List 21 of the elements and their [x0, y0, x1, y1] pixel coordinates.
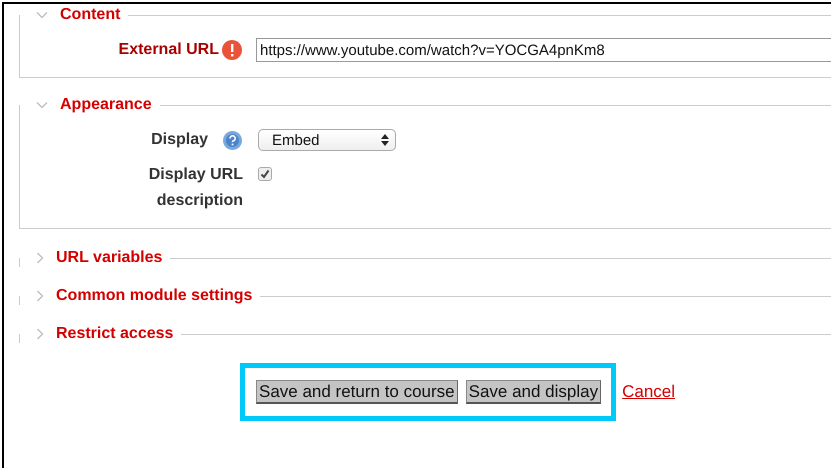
url-field[interactable]: https://www.youtube.com/watch?v=YOCGA4pnKm8: [256, 38, 831, 62]
section-heading[interactable]: Appearance: [60, 96, 152, 114]
section-heading[interactable]: Restrict access: [56, 325, 174, 343]
field-label: External URL: [118, 40, 219, 60]
save-button[interactable]: Save and display: [466, 380, 602, 404]
checkbox[interactable]: [258, 167, 272, 181]
section-heading[interactable]: Content: [60, 6, 120, 24]
cancel-link[interactable]: Cancel: [622, 382, 676, 402]
section-heading[interactable]: Common module settings: [56, 287, 252, 305]
chevron-down-icon[interactable]: [36, 11, 48, 19]
chevron-right-icon[interactable]: [36, 328, 44, 340]
field-label: Display: [151, 130, 208, 150]
chevron-right-icon[interactable]: [36, 252, 44, 264]
chevron-down-icon[interactable]: [36, 101, 48, 109]
field-label: Display URL description: [148, 165, 243, 211]
section-heading[interactable]: URL variables: [56, 249, 162, 267]
chevron-right-icon[interactable]: [36, 290, 44, 302]
display-select[interactable]: Embed: [258, 129, 396, 151]
updown-arrows-icon: [381, 134, 389, 146]
help-icon[interactable]: [222, 130, 243, 150]
save-button[interactable]: Save and return to course: [256, 380, 458, 404]
